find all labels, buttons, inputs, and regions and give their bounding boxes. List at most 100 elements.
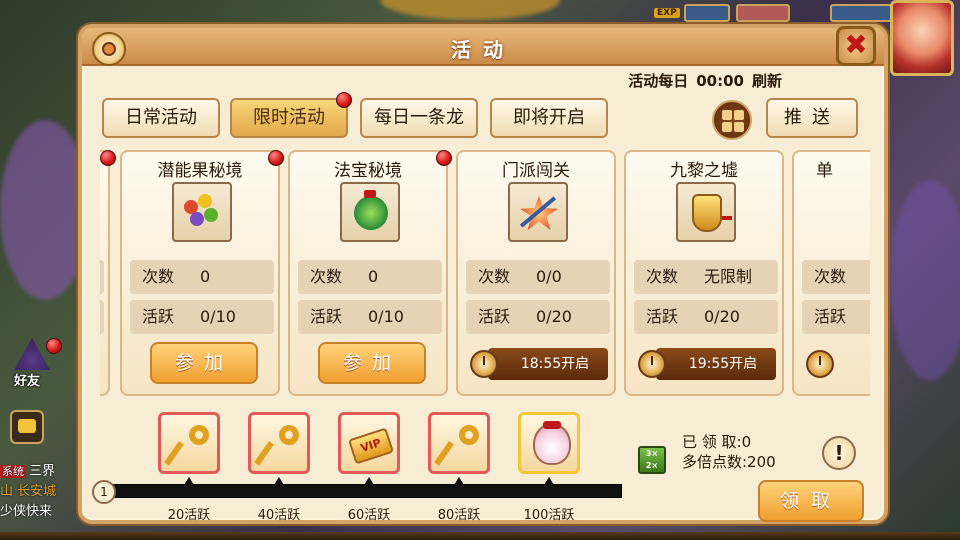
vip-card-icon: VIP	[347, 427, 395, 465]
activity-card-jiuli-ruins[interactable]: 九黎之墟 次数 无限制 活跃 0/20 19:55开启	[624, 150, 784, 396]
friends-button[interactable]: 好友	[8, 338, 62, 389]
refresh-time: 00:00	[696, 72, 744, 90]
track-marker	[184, 477, 194, 485]
lucky-bag-icon	[533, 421, 571, 465]
count-label: 次数	[646, 267, 679, 286]
card-row-blank	[100, 300, 104, 334]
hud-status-bar-2	[736, 4, 790, 22]
activity-progress-track	[102, 484, 622, 498]
track-marker	[364, 477, 374, 485]
push-button[interactable]: 推送	[766, 98, 858, 138]
close-button[interactable]: ✖	[836, 26, 876, 66]
player-avatar[interactable]	[890, 0, 954, 76]
refresh-suffix: 刷新	[751, 72, 782, 90]
card-count-row: 次数 0	[298, 260, 442, 294]
count-value: 0	[368, 267, 379, 286]
friends-notification-dot	[46, 338, 62, 354]
active-value: 0/20	[536, 307, 572, 326]
activity-card-potential-fruit[interactable]: 潜能果秘境 次数 0 活跃 0/10 参加	[120, 150, 284, 396]
scene-backdrop-right	[890, 180, 960, 380]
friend-hat-icon	[14, 338, 50, 370]
activity-card-partial-left	[100, 150, 116, 396]
card-active-row: 活跃	[802, 300, 870, 334]
card-dot	[100, 150, 116, 166]
tier-label-100: 100活跃	[523, 508, 575, 523]
track-marker	[454, 477, 464, 485]
card-title: 单	[816, 161, 833, 181]
track-start-marker: 1	[92, 480, 116, 504]
open-time-badge: 19:55开启	[656, 348, 776, 380]
active-value: 0/10	[368, 307, 404, 326]
activity-card-partial-right[interactable]: 单 次数 活跃	[792, 150, 870, 396]
chat-feed: 系统 三界 山 长安城 少侠快来	[0, 462, 80, 522]
count-label: 次数	[814, 267, 847, 286]
reward-box-100[interactable]	[518, 412, 580, 474]
claim-button[interactable]: 领取	[758, 480, 864, 522]
card-title: 门派闯关	[502, 161, 570, 181]
bottom-hud-strip	[0, 532, 960, 540]
key-icon	[434, 425, 479, 467]
count-value: 无限制	[704, 267, 753, 286]
activity-reward-track: VIP 1 20活跃 40活跃 60活跃 80活跃 100活跃 3× 2× 已 领…	[82, 404, 892, 528]
activity-card-sect-challenge[interactable]: 门派闯关 次数 0/0 活跃 0/20 18:55开启	[456, 150, 616, 396]
count-value: 0	[200, 267, 211, 286]
tier-label-40: 40活跃	[257, 508, 301, 523]
reward-box-40[interactable]	[248, 412, 310, 474]
grid-icon-cell	[722, 110, 732, 120]
tier-label-20: 20活跃	[167, 508, 211, 523]
scene-backdrop-top	[380, 0, 560, 20]
multiplier-icon: 3× 2×	[638, 446, 666, 474]
activity-card-strip: 潜能果秘境 次数 0 活跃 0/10 参加 法宝秘境 次数 0 活跃 0/10 参加 门…	[100, 150, 870, 400]
refresh-notice: 活动每日 00:00 刷新	[620, 70, 782, 91]
grid-menu-button[interactable]	[712, 100, 752, 140]
token-icon	[676, 182, 736, 242]
active-value: 0/10	[200, 307, 236, 326]
active-value: 0/20	[704, 307, 740, 326]
tab-daily-dragon[interactable]: 每日一条龙	[360, 98, 478, 138]
reward-box-20[interactable]	[158, 412, 220, 474]
multiplier-points: 多倍点数:200	[682, 453, 776, 471]
activity-panel: 活动 ✖ 活动每日 00:00 刷新 日常活动 限时活动 每日一条龙 即将开启 推送…	[78, 24, 888, 524]
active-label: 活跃	[142, 307, 175, 326]
card-title: 法宝秘境	[334, 161, 402, 181]
card-row-blank	[100, 260, 104, 294]
card-active-row: 活跃 0/10	[130, 300, 274, 334]
join-button[interactable]: 参加	[150, 342, 258, 384]
key-icon	[254, 425, 299, 467]
hud-status-bar-3	[830, 4, 892, 22]
clock-icon	[806, 350, 834, 378]
tab-upcoming[interactable]: 即将开启	[490, 98, 608, 138]
friends-label: 好友	[14, 374, 41, 389]
tier-label-60: 60活跃	[347, 508, 391, 523]
active-label: 活跃	[646, 307, 679, 326]
clock-icon	[470, 350, 498, 378]
tab-daily[interactable]: 日常活动	[102, 98, 220, 138]
treasure-icon	[340, 182, 400, 242]
grid-icon-cell	[734, 122, 744, 132]
exp-tag: EXP	[654, 8, 680, 18]
card-count-row: 次数 0	[130, 260, 274, 294]
tab-limited-dot	[336, 92, 352, 108]
reward-box-80[interactable]	[428, 412, 490, 474]
chat-bubble-icon	[18, 419, 36, 433]
clock-icon	[638, 350, 666, 378]
reward-box-60[interactable]: VIP	[338, 412, 400, 474]
card-count-row: 次数 无限制	[634, 260, 778, 294]
card-count-row: 次数	[802, 260, 870, 294]
hud-status-bar-1	[684, 4, 730, 22]
track-marker	[274, 477, 284, 485]
join-button[interactable]: 参加	[318, 342, 426, 384]
card-count-row: 次数 0/0	[466, 260, 610, 294]
chat-line-3: 少侠快来	[0, 504, 53, 519]
panel-title-bar: 活动 ✖	[82, 26, 884, 66]
tab-limited[interactable]: 限时活动	[230, 98, 348, 138]
fruit-icon	[172, 182, 232, 242]
activity-card-treasure[interactable]: 法宝秘境 次数 0 活跃 0/10 参加	[288, 150, 452, 396]
sword-icon	[508, 182, 568, 242]
reward-summary: 已 领 取:0 多倍点数:200	[682, 432, 776, 472]
card-title: 九黎之墟	[670, 161, 738, 181]
active-label: 活跃	[310, 307, 343, 326]
chat-button[interactable]	[10, 410, 44, 444]
count-label: 次数	[310, 267, 343, 286]
info-button[interactable]: !	[822, 436, 856, 470]
